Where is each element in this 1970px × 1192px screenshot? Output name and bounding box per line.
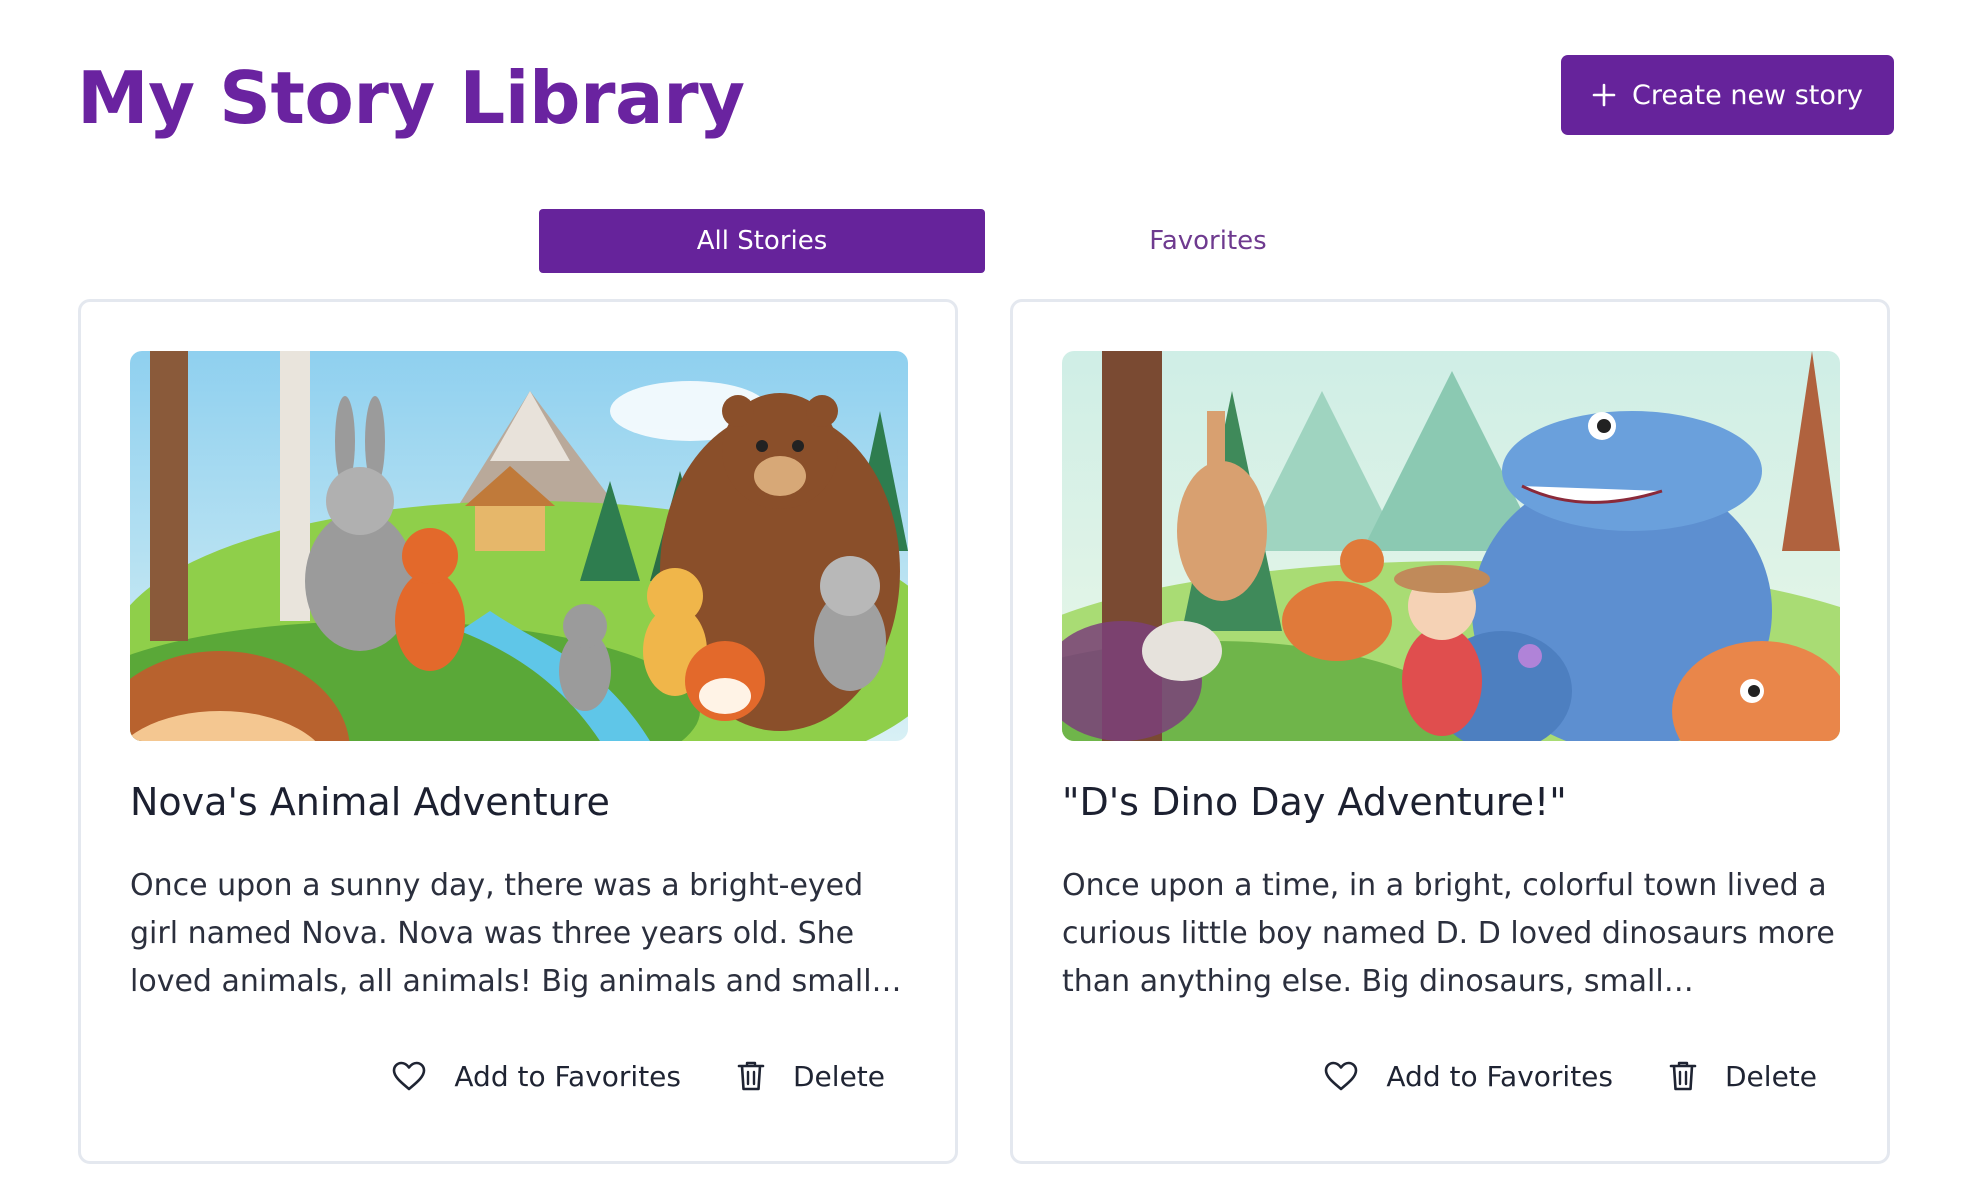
heart-icon xyxy=(392,1061,426,1091)
tab-favorites[interactable]: Favorites xyxy=(985,209,1431,273)
trash-icon xyxy=(737,1060,765,1092)
delete-button[interactable]: Delete xyxy=(1669,1060,1817,1093)
story-cover-image[interactable] xyxy=(1062,351,1840,741)
heart-icon xyxy=(1324,1061,1358,1091)
plus-icon xyxy=(1592,83,1616,107)
story-filter-tabs: All Stories Favorites xyxy=(539,209,1431,273)
create-new-story-button[interactable]: Create new story xyxy=(1561,55,1894,135)
add-to-favorites-label: Add to Favorites xyxy=(454,1059,681,1093)
delete-label: Delete xyxy=(793,1059,885,1093)
add-to-favorites-button[interactable]: Add to Favorites xyxy=(392,1060,681,1093)
delete-label: Delete xyxy=(1725,1059,1817,1093)
story-actions: Add to Favorites Delete xyxy=(392,1052,885,1100)
trash-icon xyxy=(1669,1060,1697,1092)
delete-button[interactable]: Delete xyxy=(737,1060,885,1093)
add-to-favorites-label: Add to Favorites xyxy=(1386,1059,1613,1093)
story-card[interactable]: Nova's Animal Adventure Once upon a sunn… xyxy=(78,299,958,1164)
add-to-favorites-button[interactable]: Add to Favorites xyxy=(1324,1060,1613,1093)
page-title: My Story Library xyxy=(77,56,745,140)
story-title[interactable]: "D's Dino Day Adventure!" xyxy=(1062,777,1567,827)
tab-all-stories[interactable]: All Stories xyxy=(539,209,985,273)
story-card[interactable]: "D's Dino Day Adventure!" Once upon a ti… xyxy=(1010,299,1890,1164)
story-excerpt: Once upon a time, in a bright, colorful … xyxy=(1062,868,1835,999)
story-title[interactable]: Nova's Animal Adventure xyxy=(130,777,610,827)
story-excerpt: Once upon a sunny day, there was a brigh… xyxy=(130,868,872,999)
story-actions: Add to Favorites Delete xyxy=(1324,1052,1817,1100)
story-cover-image[interactable] xyxy=(130,351,908,741)
create-new-story-label: Create new story xyxy=(1632,79,1863,111)
